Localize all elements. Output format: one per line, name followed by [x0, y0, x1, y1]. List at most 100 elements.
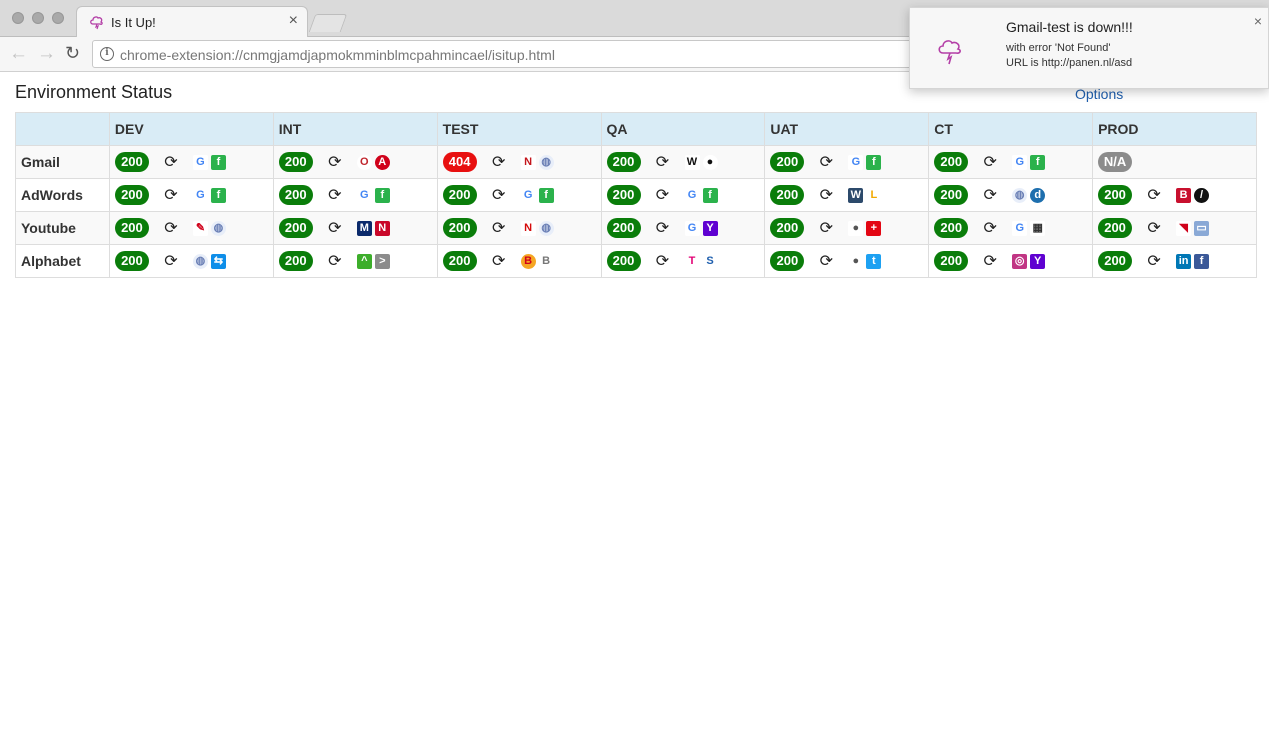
refresh-icon[interactable]: ⟳ — [163, 185, 179, 205]
google-icon[interactable]: G — [1012, 220, 1028, 236]
teamviewer-icon[interactable]: ⇆ — [210, 253, 226, 269]
status-badge[interactable]: 200 — [442, 218, 477, 238]
status-badge[interactable]: 200 — [1098, 251, 1133, 271]
refresh-icon[interactable]: ⟳ — [491, 218, 507, 238]
qr-icon[interactable]: ▦ — [1030, 220, 1046, 236]
wikipedia-icon[interactable]: W — [684, 154, 700, 170]
refresh-icon[interactable]: ⟳ — [982, 152, 998, 172]
google-icon[interactable]: G — [192, 187, 208, 203]
status-badge[interactable]: 200 — [1098, 218, 1133, 238]
flag-icon[interactable]: ◥ — [1176, 220, 1192, 236]
facebook-icon[interactable]: f — [1194, 253, 1210, 269]
status-badge[interactable]: N/A — [1098, 152, 1133, 172]
feedly-icon[interactable]: f — [538, 187, 554, 203]
status-badge[interactable]: 200 — [606, 218, 641, 238]
refresh-icon[interactable]: ⟳ — [818, 185, 834, 205]
refresh-icon[interactable]: ⟳ — [818, 251, 834, 271]
status-badge[interactable]: 200 — [606, 152, 641, 172]
lee-icon[interactable]: L — [866, 187, 882, 203]
feedly-icon[interactable]: f — [210, 187, 226, 203]
refresh-icon[interactable]: ⟳ — [1146, 218, 1162, 238]
apple-icon[interactable]: ● — [848, 253, 864, 269]
google-icon[interactable]: G — [684, 220, 700, 236]
tmobile-icon[interactable]: T — [684, 253, 700, 269]
status-badge[interactable]: 200 — [278, 251, 313, 271]
status-badge[interactable]: 200 — [114, 218, 149, 238]
feedly-icon[interactable]: f — [374, 187, 390, 203]
status-badge[interactable]: 200 — [770, 152, 805, 172]
status-badge[interactable]: 200 — [278, 185, 313, 205]
refresh-icon[interactable]: ⟳ — [327, 251, 343, 271]
status-badge[interactable]: 200 — [934, 152, 969, 172]
refresh-icon[interactable]: ⟳ — [982, 185, 998, 205]
status-badge[interactable]: 200 — [934, 185, 969, 205]
status-badge[interactable]: 200 — [442, 251, 477, 271]
refresh-icon[interactable]: ⟳ — [655, 185, 671, 205]
burgerking-icon[interactable]: B — [520, 253, 536, 269]
budweiser-icon[interactable]: B — [1176, 187, 1192, 203]
twitter-icon[interactable]: t — [866, 253, 882, 269]
close-window-button[interactable] — [12, 12, 24, 24]
google-icon[interactable]: G — [1012, 154, 1028, 170]
refresh-icon[interactable]: ⟳ — [163, 251, 179, 271]
apple-icon[interactable]: ● — [848, 220, 864, 236]
notification-close-icon[interactable]: × — [1254, 13, 1262, 29]
status-badge[interactable]: 200 — [114, 251, 149, 271]
refresh-icon[interactable]: ⟳ — [327, 152, 343, 172]
refresh-icon[interactable]: ⟳ — [327, 218, 343, 238]
reload-icon[interactable]: ↻ — [65, 43, 80, 64]
info-icon[interactable]: i — [100, 47, 114, 61]
linkedin-icon[interactable]: in — [1176, 253, 1192, 269]
refresh-icon[interactable]: ⟳ — [1146, 185, 1162, 205]
nypost-icon[interactable]: N — [520, 154, 536, 170]
status-badge[interactable]: 200 — [1098, 185, 1133, 205]
feedly-icon[interactable]: f — [702, 187, 718, 203]
refresh-icon[interactable]: ⟳ — [818, 218, 834, 238]
status-badge[interactable]: 200 — [606, 185, 641, 205]
status-badge[interactable]: 200 — [770, 251, 805, 271]
globe-icon[interactable]: ◍ — [1012, 187, 1028, 203]
refresh-icon[interactable]: ⟳ — [655, 218, 671, 238]
refresh-icon[interactable]: ⟳ — [163, 218, 179, 238]
tab-close-icon[interactable]: × — [289, 12, 298, 30]
abp-icon[interactable]: A — [374, 154, 390, 170]
refresh-icon[interactable]: ⟳ — [163, 152, 179, 172]
status-badge[interactable]: 200 — [770, 218, 805, 238]
refresh-icon[interactable]: ⟳ — [655, 152, 671, 172]
google-icon[interactable]: G — [848, 154, 864, 170]
new-tab-button[interactable] — [308, 14, 348, 32]
refresh-icon[interactable]: ⟳ — [491, 152, 507, 172]
globe-icon[interactable]: ◍ — [538, 220, 554, 236]
slash-icon[interactable]: / — [1194, 187, 1210, 203]
status-badge[interactable]: 200 — [278, 152, 313, 172]
next-icon[interactable]: > — [374, 253, 390, 269]
status-badge[interactable]: 200 — [934, 251, 969, 271]
yahoo-icon[interactable]: Y — [702, 220, 718, 236]
refresh-icon[interactable]: ⟳ — [1146, 251, 1162, 271]
minimize-window-button[interactable] — [32, 12, 44, 24]
buick-icon[interactable]: B — [538, 253, 554, 269]
status-badge[interactable]: 200 — [114, 152, 149, 172]
status-badge[interactable]: 200 — [442, 185, 477, 205]
refresh-icon[interactable]: ⟳ — [982, 251, 998, 271]
dolphin-icon[interactable]: d — [1030, 187, 1046, 203]
google-icon[interactable]: G — [192, 154, 208, 170]
status-badge[interactable]: 200 — [770, 185, 805, 205]
refresh-icon[interactable]: ⟳ — [982, 218, 998, 238]
swiss-icon[interactable]: + — [866, 220, 882, 236]
github-icon[interactable]: ● — [702, 154, 718, 170]
status-badge[interactable]: 200 — [278, 218, 313, 238]
feedly-icon[interactable]: f — [1030, 154, 1046, 170]
yahoo-icon[interactable]: Y — [1030, 253, 1046, 269]
url-text[interactable]: chrome-extension://cnmgjamdjapmokmminblm… — [120, 47, 555, 63]
instagram-icon[interactable]: ◎ — [1012, 253, 1028, 269]
image-icon[interactable]: ▭ — [1194, 220, 1210, 236]
refresh-icon[interactable]: ⟳ — [818, 152, 834, 172]
status-badge[interactable]: 404 — [442, 152, 477, 172]
status-badge[interactable]: 200 — [114, 185, 149, 205]
google-icon[interactable]: G — [356, 187, 372, 203]
refresh-icon[interactable]: ⟳ — [491, 251, 507, 271]
browser-tab[interactable]: Is It Up! × — [76, 6, 308, 38]
refresh-icon[interactable]: ⟳ — [491, 185, 507, 205]
android-icon[interactable]: ^ — [356, 253, 372, 269]
